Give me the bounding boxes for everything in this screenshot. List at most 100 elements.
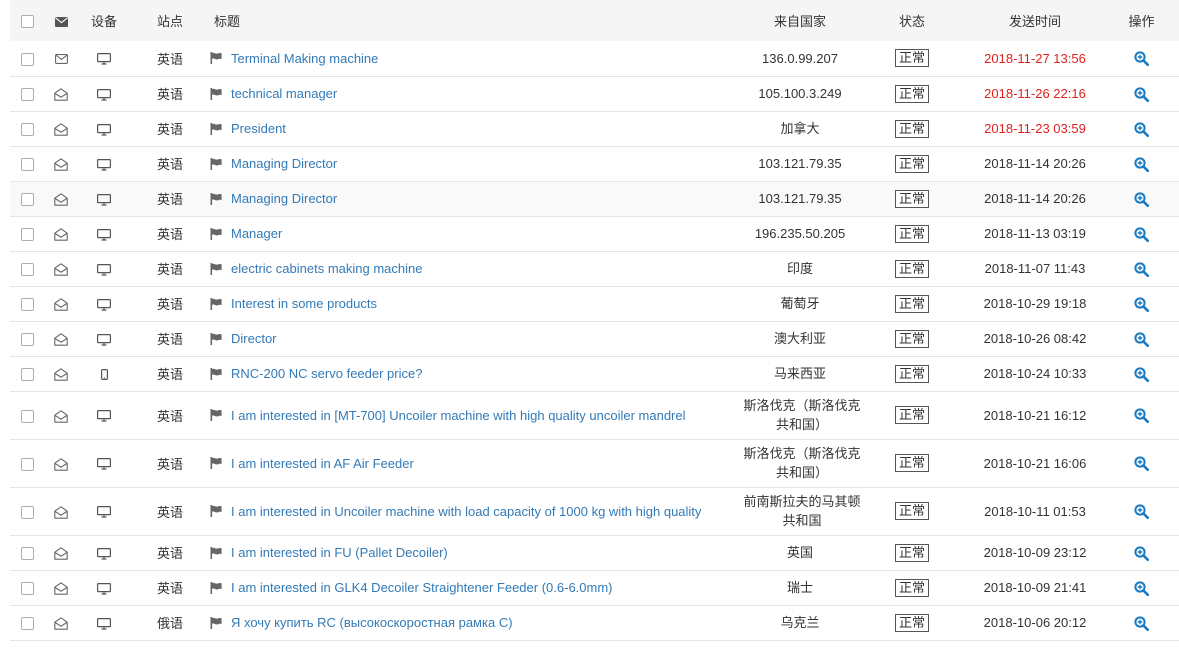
row-country-cell: 前南斯拉夫的马其顿共和国 bbox=[742, 487, 860, 535]
inquiry-table-wrapper: 设备 站点 标题 来自国家 状态 发送时间 操作 英语 Terminal Mak… bbox=[10, 0, 1179, 641]
row-time: 2018-10-09 21:41 bbox=[983, 580, 1087, 595]
row-checkbox[interactable] bbox=[20, 582, 34, 596]
row-title-link[interactable]: I am interested in Uncoiler machine with… bbox=[231, 504, 701, 519]
row-checkbox[interactable] bbox=[20, 88, 34, 102]
table-row[interactable]: 英语 Manager 196.235.50.205 正常 2018-11-13 … bbox=[10, 216, 1179, 251]
row-action-cell bbox=[1104, 251, 1179, 286]
row-title-link[interactable]: Я хочу купить RC (высокоскоростная рамка… bbox=[231, 615, 513, 630]
table-row[interactable]: 英语 Managing Director 103.121.79.35 正常 20… bbox=[10, 146, 1179, 181]
zoom-view-icon[interactable] bbox=[1134, 331, 1149, 347]
row-site: 英语 bbox=[156, 87, 183, 102]
row-title-link[interactable]: Managing Director bbox=[231, 156, 337, 171]
row-checkbox[interactable] bbox=[20, 123, 34, 137]
zoom-view-icon[interactable] bbox=[1134, 296, 1149, 312]
zoom-view-icon[interactable] bbox=[1134, 615, 1149, 631]
table-row[interactable]: 俄语 Я хочу купить RC (высокоскоростная ра… bbox=[10, 605, 1179, 640]
row-checkbox[interactable] bbox=[20, 228, 34, 242]
table-row[interactable]: 英语 I am interested in FU (Pallet Decoile… bbox=[10, 535, 1179, 570]
zoom-view-icon[interactable] bbox=[1134, 504, 1149, 520]
table-row[interactable]: 英语 technical manager 105.100.3.249 正常 20… bbox=[10, 76, 1179, 111]
row-title-link[interactable]: Terminal Making machine bbox=[231, 51, 378, 66]
row-checkbox[interactable] bbox=[20, 263, 34, 277]
zoom-view-icon[interactable] bbox=[1134, 261, 1149, 277]
row-title-link[interactable]: electric cabinets making machine bbox=[231, 261, 422, 276]
table-row[interactable]: 英语 I am interested in [MT-700] Uncoiler … bbox=[10, 391, 1179, 439]
row-time: 2018-11-07 11:43 bbox=[984, 261, 1086, 276]
zoom-view-icon[interactable] bbox=[1134, 580, 1149, 596]
row-device-cell bbox=[78, 570, 130, 605]
desktop-icon bbox=[97, 506, 111, 518]
row-action-cell bbox=[1104, 146, 1179, 181]
mail-header-cell bbox=[44, 0, 78, 41]
row-select-cell bbox=[10, 181, 44, 216]
row-checkbox[interactable] bbox=[20, 617, 34, 631]
select-all-checkbox[interactable] bbox=[20, 15, 34, 29]
zoom-view-icon[interactable] bbox=[1134, 226, 1149, 242]
zoom-view-icon[interactable] bbox=[1134, 456, 1149, 472]
row-time: 2018-10-26 08:42 bbox=[983, 331, 1087, 346]
row-title-link[interactable]: Interest in some products bbox=[231, 296, 377, 311]
row-title-link[interactable]: I am interested in [MT-700] Uncoiler mac… bbox=[231, 408, 686, 423]
row-title-cell: electric cabinets making machine bbox=[210, 251, 742, 286]
zoom-view-icon[interactable] bbox=[1134, 366, 1149, 382]
status-badge: 正常 bbox=[894, 259, 929, 278]
table-row[interactable]: 英语 President 加拿大 正常 2018-11-23 03:59 bbox=[10, 111, 1179, 146]
row-checkbox[interactable] bbox=[20, 193, 34, 207]
row-checkbox[interactable] bbox=[20, 457, 34, 471]
table-row[interactable]: 英语 I am interested in AF Air Feeder 斯洛伐克… bbox=[10, 439, 1179, 487]
table-row[interactable]: 英语 Interest in some products 葡萄牙 正常 2018… bbox=[10, 286, 1179, 321]
row-mail-cell bbox=[44, 111, 78, 146]
row-country-cell: 斯洛伐克（斯洛伐克共和国） bbox=[742, 391, 860, 439]
row-checkbox[interactable] bbox=[20, 505, 34, 519]
row-checkbox[interactable] bbox=[20, 368, 34, 382]
zoom-view-icon[interactable] bbox=[1134, 191, 1149, 207]
row-title-link[interactable]: Manager bbox=[231, 226, 282, 241]
flag-icon bbox=[210, 192, 222, 205]
row-title-link[interactable]: Managing Director bbox=[231, 191, 337, 206]
zoom-view-icon[interactable] bbox=[1134, 408, 1149, 424]
row-checkbox[interactable] bbox=[20, 298, 34, 312]
table-row[interactable]: 英语 RNC-200 NC servo feeder price? 马来西亚 正… bbox=[10, 356, 1179, 391]
status-badge: 正常 bbox=[894, 454, 929, 472]
table-row[interactable]: 英语 Director 澳大利亚 正常 2018-10-26 08:42 bbox=[10, 321, 1179, 356]
flag-icon bbox=[210, 616, 222, 629]
mobile-icon bbox=[100, 369, 108, 381]
row-device-cell bbox=[78, 111, 130, 146]
table-row[interactable]: 英语 electric cabinets making machine 印度 正… bbox=[10, 251, 1179, 286]
row-title-link[interactable]: Director bbox=[231, 331, 277, 346]
status-badge: 正常 bbox=[894, 329, 929, 348]
zoom-view-icon[interactable] bbox=[1134, 545, 1149, 561]
device-header: 设备 bbox=[90, 14, 117, 29]
zoom-view-icon[interactable] bbox=[1134, 51, 1149, 67]
row-title-link[interactable]: I am interested in FU (Pallet Decoiler) bbox=[231, 545, 448, 560]
table-row[interactable]: 英语 I am interested in GLK4 Decoiler Stra… bbox=[10, 570, 1179, 605]
row-checkbox[interactable] bbox=[20, 333, 34, 347]
envelope-open-icon bbox=[54, 228, 68, 241]
zoom-view-icon[interactable] bbox=[1134, 121, 1149, 137]
status-badge: 正常 bbox=[894, 119, 929, 138]
row-title-cell: I am interested in FU (Pallet Decoiler) bbox=[210, 535, 742, 570]
row-device-cell bbox=[78, 605, 130, 640]
row-title-link[interactable]: I am interested in GLK4 Decoiler Straigh… bbox=[231, 580, 613, 595]
zoom-view-icon[interactable] bbox=[1134, 156, 1149, 172]
row-title-link[interactable]: I am interested in AF Air Feeder bbox=[231, 456, 414, 471]
row-country: 乌克兰 bbox=[780, 615, 820, 630]
flag-icon bbox=[210, 332, 222, 345]
row-checkbox[interactable] bbox=[20, 158, 34, 172]
table-row[interactable]: 英语 I am interested in Uncoiler machine w… bbox=[10, 487, 1179, 535]
row-title-link[interactable]: RNC-200 NC servo feeder price? bbox=[231, 366, 422, 381]
row-checkbox[interactable] bbox=[20, 409, 34, 423]
zoom-view-icon[interactable] bbox=[1134, 86, 1149, 102]
row-title-link[interactable]: President bbox=[231, 121, 286, 136]
table-row[interactable]: 英语 Managing Director 103.121.79.35 正常 20… bbox=[10, 181, 1179, 216]
row-status-cell: 正常 bbox=[858, 146, 966, 181]
action-header: 操作 bbox=[1128, 14, 1155, 29]
row-checkbox[interactable] bbox=[20, 547, 34, 561]
row-title-link[interactable]: technical manager bbox=[231, 86, 337, 101]
row-checkbox[interactable] bbox=[20, 52, 34, 66]
status-badge: 正常 bbox=[894, 406, 929, 424]
flag-icon bbox=[210, 227, 222, 240]
row-time: 2018-11-14 20:26 bbox=[984, 191, 1086, 206]
row-country-cell: 136.0.99.207 bbox=[742, 41, 858, 76]
table-row[interactable]: 英语 Terminal Making machine 136.0.99.207 … bbox=[10, 41, 1179, 76]
